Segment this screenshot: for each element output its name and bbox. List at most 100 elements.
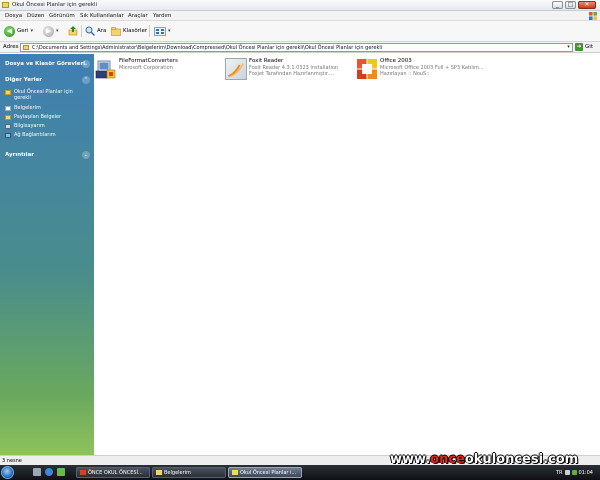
address-label: Adres	[3, 44, 19, 50]
place-item-current-folder[interactable]: Okul Öncesi Planlar için gerekli	[5, 89, 90, 101]
object-count: 3 nesne	[2, 458, 22, 464]
my-documents-icon	[5, 105, 11, 111]
place-label: Paylaşılan Belgeler	[14, 114, 62, 120]
file-name: FileFormatConverters	[119, 58, 178, 64]
place-item-network-places[interactable]: Ağ Bağlantılarım	[5, 132, 90, 138]
go-button[interactable]: ➔ Git	[575, 43, 593, 51]
file-company: Hazırlayan :: NouS::	[380, 71, 430, 77]
search-icon	[85, 26, 95, 36]
network-places-icon	[5, 132, 11, 138]
panel-other-places[interactable]: Diğer Yerler	[5, 77, 42, 83]
taskbar: ÖNCE OKUL ÖNCESİ... Belgelerim Okul Önce…	[0, 465, 600, 480]
show-desktop-icon[interactable]	[33, 468, 41, 476]
clock[interactable]: 01:04	[579, 470, 593, 476]
internet-explorer-icon[interactable]	[45, 468, 53, 476]
chevron-down-icon[interactable]: ⌄	[82, 60, 90, 68]
watermark-highlight: once	[430, 452, 465, 467]
folders-button[interactable]: Klasörler	[111, 25, 147, 37]
back-button[interactable]: ◀ Geri ▾	[4, 25, 33, 37]
task-label: ÖNCE OKUL ÖNCESİ...	[88, 469, 143, 476]
toolbar-separator	[149, 25, 150, 37]
file-item-foxit-reader[interactable]: Foxit Reader Foxit Reader 4.3.1.0323 Ins…	[224, 56, 348, 84]
close-button[interactable]: ✕	[578, 1, 596, 9]
search-button[interactable]: Ara	[85, 25, 106, 37]
place-label: Belgelerim	[14, 105, 41, 111]
file-company: Foxjet Tarafından Hazırlanmıştır....	[249, 71, 334, 77]
views-icon	[154, 26, 166, 36]
menu-favorites[interactable]: Sık Kullanılanlar	[80, 13, 124, 19]
my-computer-icon	[5, 123, 11, 129]
address-input[interactable]: C:\Documents and Settings\Administrator\…	[20, 43, 573, 52]
place-item-my-documents[interactable]: Belgelerim	[5, 105, 90, 111]
chevron-down-icon[interactable]: ▾	[565, 44, 572, 51]
folders-label: Klasörler	[123, 28, 148, 34]
forward-arrow-icon: ▶	[43, 25, 54, 37]
panel-file-folder-tasks[interactable]: Dosya ve Klasör Görevleri	[5, 61, 85, 67]
file-publisher: Microsoft Corporation	[119, 65, 173, 71]
search-label: Ara	[97, 28, 107, 34]
folder-icon	[232, 470, 238, 475]
system-tray: TR 01:04	[556, 467, 593, 478]
menu-edit[interactable]: Düzen	[27, 13, 44, 19]
file-item-fileformatconverters[interactable]: FileFormatConverters Microsoft Corporati…	[94, 56, 218, 84]
chevron-down-icon: ▾	[168, 28, 171, 34]
watermark-prefix: www.	[390, 452, 431, 467]
chevron-down-icon[interactable]: ⌄	[82, 151, 90, 159]
file-name: Office 2003	[380, 58, 412, 64]
volume-icon[interactable]	[564, 470, 570, 475]
views-button[interactable]: ▾	[154, 25, 171, 37]
menu-view[interactable]: Görünüm	[49, 13, 75, 19]
task-button-folder[interactable]: ÖNCE OKUL ÖNCESİ...	[76, 467, 150, 478]
window-title: Okul Öncesi Planlar için gerekli	[12, 2, 98, 8]
place-label: Ağ Bağlantılarım	[14, 132, 56, 138]
place-item-my-computer[interactable]: Bilgisayarım	[5, 123, 90, 129]
toolbar: ◀ Geri ▾ ▶ ▾ Ara Klasörler ▾	[0, 21, 600, 42]
up-folder-button[interactable]	[68, 25, 78, 37]
address-path: C:\Documents and Settings\Administrator\…	[32, 45, 383, 51]
up-folder-icon	[68, 26, 78, 36]
go-label: Git	[585, 44, 593, 50]
converter-installer-icon	[95, 58, 117, 80]
file-item-office-2003[interactable]: Office 2003 Microsoft Office 2003 Full +…	[355, 56, 484, 84]
menu-tools[interactable]: Araçlar	[128, 13, 148, 19]
folder-icon	[80, 470, 86, 475]
folder-icon	[156, 470, 162, 475]
start-button[interactable]	[1, 466, 14, 479]
chevron-down-icon: ▾	[56, 28, 59, 34]
task-button-my-documents[interactable]: Belgelerim	[152, 467, 226, 478]
folders-icon	[111, 26, 121, 36]
task-pane: Dosya ve Klasör Görevleri ⌄ Diğer Yerler…	[0, 54, 94, 455]
place-label: Bilgisayarım	[14, 123, 45, 129]
back-label: Geri	[17, 28, 29, 34]
minimize-button[interactable]: _	[552, 1, 563, 9]
language-indicator[interactable]: TR	[556, 470, 563, 476]
watermark: www.onceokuloncesi.com	[390, 452, 578, 467]
task-label: Okul Öncesi Planlar i...	[240, 469, 297, 476]
place-label: Okul Öncesi Planlar için gerekli	[14, 89, 73, 101]
quick-launch-icon[interactable]	[57, 468, 65, 476]
back-arrow-icon: ◀	[4, 25, 15, 37]
menu-file[interactable]: Dosya	[5, 13, 22, 19]
office-2003-icon	[356, 58, 378, 80]
network-icon[interactable]	[571, 470, 577, 475]
forward-button[interactable]: ▶ ▾	[43, 25, 59, 37]
folder-icon	[23, 45, 29, 50]
watermark-main: okuloncesi	[464, 452, 544, 467]
watermark-suffix: .com	[543, 452, 579, 467]
shared-documents-icon	[5, 114, 11, 120]
panel-details[interactable]: Ayrıntılar	[5, 152, 34, 158]
task-button-current-window[interactable]: Okul Öncesi Planlar i...	[228, 467, 302, 478]
folder-icon	[5, 89, 11, 95]
file-name: Foxit Reader	[249, 58, 284, 64]
chevron-up-icon[interactable]: ⌃	[82, 76, 90, 84]
go-arrow-icon: ➔	[575, 43, 583, 51]
chevron-down-icon: ▾	[30, 28, 33, 34]
folder-icon	[2, 2, 9, 8]
windows-logo-icon	[589, 12, 597, 20]
maximize-button[interactable]: □	[565, 1, 576, 9]
menu-help[interactable]: Yardım	[153, 13, 172, 19]
foxit-reader-icon	[225, 58, 247, 80]
address-bar: Adres C:\Documents and Settings\Administ…	[0, 42, 600, 53]
menu-bar: Dosya Düzen Görünüm Sık Kullanılanlar Ar…	[0, 11, 600, 21]
place-item-shared-documents[interactable]: Paylaşılan Belgeler	[5, 114, 90, 120]
